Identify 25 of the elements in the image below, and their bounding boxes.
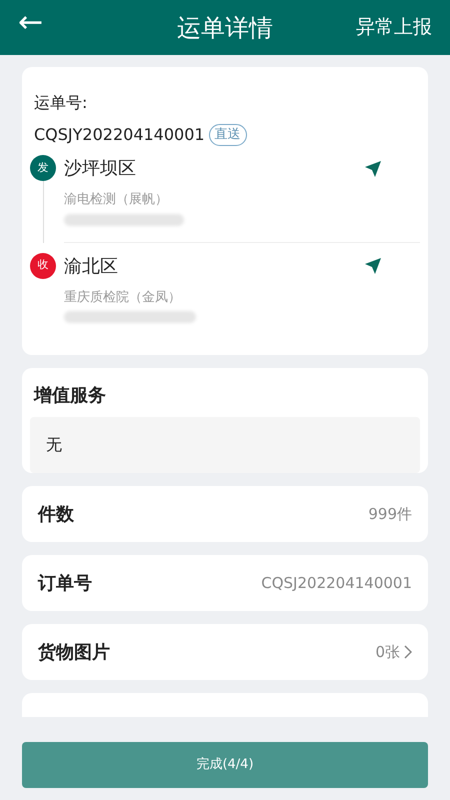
row-label: 货物图片 — [38, 640, 110, 664]
waybill-number: CQSJY202204140001 — [34, 124, 205, 146]
contact-name: 重庆质检院（金凤） — [64, 288, 182, 306]
services-title: 增值服务 — [32, 384, 107, 408]
row-value: 999件 — [368, 504, 412, 525]
detail-row-link[interactable]: 货物图片 0张 — [22, 624, 428, 680]
navigation-icon[interactable] — [364, 160, 382, 178]
row-label: 件数 — [38, 502, 74, 526]
sender-badge: 发 — [30, 155, 56, 181]
district-name: 沙坪坝区 — [64, 157, 136, 181]
row-value: CQSJ202204140001 — [261, 572, 412, 594]
complete-button[interactable]: 完成(4/4) — [22, 742, 428, 788]
page-title: 运单详情 — [177, 12, 273, 44]
chevron-right-icon — [404, 645, 412, 659]
services-value: 无 — [30, 417, 420, 473]
waybill-label: 运单号: — [33, 92, 88, 114]
row-label: 订单号 — [38, 572, 92, 596]
district-name: 渝北区 — [64, 254, 118, 278]
report-exception-button[interactable]: 异常上报 — [356, 13, 432, 42]
back-button[interactable]: ← — [10, 8, 52, 38]
receiver-badge: 收 — [30, 252, 56, 278]
navigation-icon[interactable] — [364, 257, 382, 275]
delivery-tag: 直送 — [208, 124, 247, 146]
row-value: 0张 — [375, 642, 400, 663]
contact-name: 渝电检测（展帆） — [64, 191, 169, 209]
